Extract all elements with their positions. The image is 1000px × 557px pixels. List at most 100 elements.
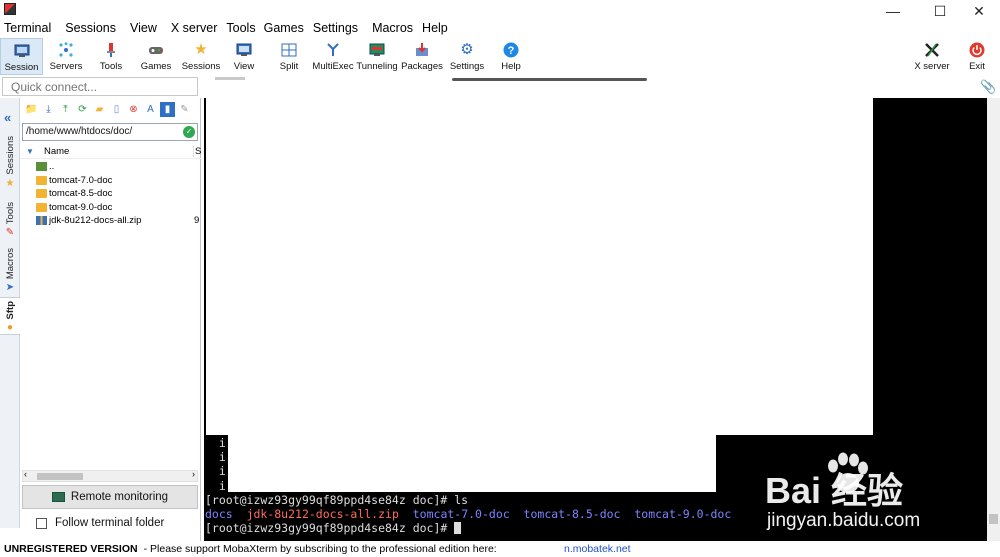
terminal-line: i: [218, 464, 226, 479]
split-icon: [280, 41, 298, 59]
new-file-icon[interactable]: ▯: [109, 102, 124, 117]
edit-icon[interactable]: ✎: [177, 102, 192, 117]
file-row[interactable]: tomcat-7.0-doc: [20, 174, 201, 188]
terminal-output: i i i i [root@izwz93gy99qf89ppd4se84z do…: [205, 436, 731, 535]
minimize-button[interactable]: —: [870, 2, 916, 20]
star-icon: ★: [194, 41, 208, 58]
packages-button[interactable]: Packages: [401, 38, 443, 75]
scrollbar-thumb[interactable]: [989, 514, 998, 524]
tab-tools[interactable]: Tools ✎: [0, 202, 20, 238]
multiexec-button[interactable]: MultiExec: [312, 38, 354, 75]
file-row-parent[interactable]: ..: [20, 160, 201, 174]
menu-macros[interactable]: Macros: [372, 21, 413, 35]
close-button[interactable]: ✕: [956, 2, 1000, 20]
parent-folder-icon[interactable]: 📁: [24, 102, 39, 117]
settings-button[interactable]: ⚙ Settings: [448, 38, 486, 75]
tools-button[interactable]: Tools: [92, 38, 130, 75]
sftp-path-field[interactable]: /home/www/htdocs/doc/ ✓: [22, 123, 198, 141]
side-tabs: « Sessions ★ Tools ✎ Macros ➤ Sftp ●: [0, 98, 20, 528]
status-bar: UNREGISTERED VERSION - Please support Mo…: [0, 541, 1000, 557]
tunneling-icon: [368, 41, 386, 59]
column-name[interactable]: Name: [44, 146, 69, 157]
unregistered-label: UNREGISTERED VERSION: [4, 543, 138, 555]
split-button[interactable]: Split: [273, 38, 305, 75]
help-icon: ?: [502, 41, 520, 59]
sftp-toolbar: 📁 ⤓ ⤒ ⟳ ▰ ▯ ⊗ A ▮ ✎: [20, 102, 201, 120]
multiexec-icon: [324, 41, 342, 59]
sftp-icon: ●: [6, 322, 14, 334]
terminal-line: i: [218, 436, 226, 450]
terminal-line: i: [218, 450, 226, 465]
terminal-prompt-line: [root@izwz93gy99qf89ppd4se84z doc]#: [205, 521, 462, 535]
servers-button[interactable]: Servers: [46, 38, 86, 75]
macro-icon: ➤: [5, 282, 15, 294]
folder-icon: [36, 175, 47, 185]
games-button[interactable]: Games: [137, 38, 175, 75]
help-button[interactable]: ? Help: [496, 38, 526, 75]
tunneling-button[interactable]: Tunneling: [356, 38, 398, 75]
scroll-left-icon[interactable]: ‹: [24, 469, 27, 479]
exit-button[interactable]: Exit: [962, 38, 992, 75]
download-icon[interactable]: ⤓: [41, 102, 56, 117]
menu-bar: Terminal Sessions View X server Tools Ga…: [0, 0, 1000, 38]
menu-terminal[interactable]: Terminal: [4, 21, 51, 35]
delete-icon[interactable]: ⊗: [126, 102, 141, 117]
menu-sessions[interactable]: Sessions: [65, 21, 116, 35]
zip-file-icon: [36, 216, 47, 226]
monitor-icon: [51, 492, 65, 502]
menu-view[interactable]: View: [130, 21, 157, 35]
follow-terminal-folder[interactable]: Follow terminal folder: [36, 517, 164, 529]
scrollbar-thumb[interactable]: [37, 473, 83, 480]
folder-icon: [36, 189, 47, 199]
menu-settings[interactable]: Settings: [313, 21, 358, 35]
support-message: - Please support MobaXterm by subscribin…: [143, 543, 497, 555]
file-row[interactable]: jdk-8u212-docs-all.zip 9: [20, 214, 201, 228]
xserver-button[interactable]: X server: [912, 38, 952, 75]
checkmark-icon[interactable]: ✓: [183, 126, 195, 138]
subscription-link[interactable]: n.mobatek.net: [564, 543, 631, 555]
menu-items: Terminal Sessions View X server Tools Ga…: [4, 21, 448, 35]
tab-indicator: [452, 78, 647, 81]
menu-tools[interactable]: Tools: [226, 21, 255, 35]
refresh-icon[interactable]: ⟳: [75, 102, 90, 117]
remote-monitoring-button[interactable]: Remote monitoring: [22, 485, 198, 509]
tab-strip: [215, 77, 245, 80]
collapse-sidebar-icon[interactable]: «: [4, 110, 11, 125]
tools-icon: ✎: [5, 227, 15, 239]
file-row[interactable]: tomcat-9.0-doc: [20, 201, 201, 215]
tab-sessions[interactable]: Sessions ★: [0, 136, 20, 189]
main-toolbar: Session Servers Tools Games ★ Sessions V…: [0, 38, 1000, 75]
terminal-black-region: [873, 98, 987, 542]
file-row[interactable]: tomcat-8.5-doc: [20, 187, 201, 201]
settings-icon: ⚙: [460, 41, 474, 58]
upload-icon[interactable]: ⤒: [58, 102, 73, 117]
horizontal-scrollbar[interactable]: ‹ ›: [22, 469, 198, 482]
menu-help[interactable]: Help: [422, 21, 448, 35]
svg-text:?: ?: [508, 45, 515, 57]
games-icon: [147, 41, 165, 59]
terminal-area[interactable]: i i i i [root@izwz93gy99qf89ppd4se84z do…: [204, 98, 987, 542]
menu-games[interactable]: Games: [264, 21, 304, 35]
file-list: .. tomcat-7.0-doc tomcat-8.5-doc tomcat-…: [20, 160, 201, 228]
permissions-icon[interactable]: ▮: [160, 102, 175, 117]
rename-icon[interactable]: A: [143, 102, 158, 117]
new-folder-icon[interactable]: ▰: [92, 102, 107, 117]
sessions-button[interactable]: ★ Sessions: [181, 38, 221, 75]
terminal-scrollbar[interactable]: [987, 98, 1000, 542]
menu-xserver[interactable]: X server: [171, 21, 218, 35]
quick-connect-input[interactable]: [2, 77, 198, 96]
column-size[interactable]: S: [193, 146, 201, 157]
xserver-icon: [923, 41, 941, 59]
follow-folder-checkbox[interactable]: [36, 517, 47, 529]
sort-down-icon[interactable]: ▼: [26, 147, 36, 156]
packages-icon: [413, 41, 431, 59]
tab-macros[interactable]: Macros ➤: [0, 248, 20, 293]
view-icon: [235, 41, 253, 59]
paperclip-icon[interactable]: 📎: [980, 79, 996, 95]
scroll-right-icon[interactable]: ›: [192, 469, 195, 479]
session-button[interactable]: Session: [0, 38, 43, 75]
file-list-header: ▼ Name S: [20, 145, 201, 159]
view-button[interactable]: View: [227, 38, 261, 75]
sftp-panel: 📁 ⤓ ⤒ ⟳ ▰ ▯ ⊗ A ▮ ✎ /home/www/htdocs/doc…: [20, 98, 201, 556]
tab-sftp[interactable]: Sftp ●: [0, 297, 20, 335]
